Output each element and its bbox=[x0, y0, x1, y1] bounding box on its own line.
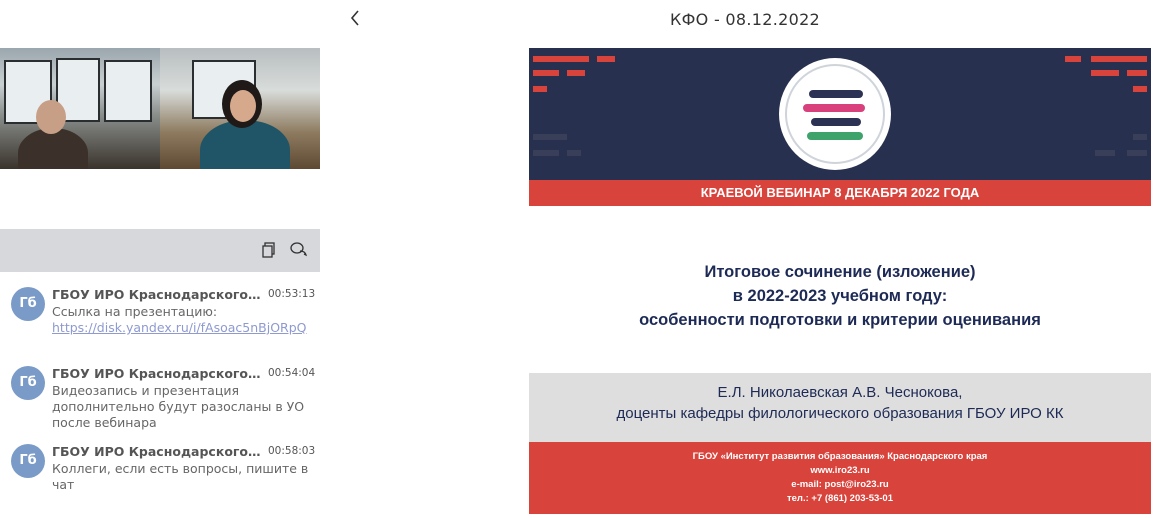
slide-title: Итоговое сочинение (изложение) в 2022-20… bbox=[529, 260, 1151, 332]
slide-footer: ГБОУ «Институт развития образования» Кра… bbox=[529, 442, 1151, 514]
message-time: 00:58:03 bbox=[268, 445, 316, 457]
decor-bar bbox=[1091, 56, 1147, 62]
left-panel: Гб ГБОУ ИРО Краснодарского края 00:53:13… bbox=[0, 0, 320, 518]
logo-book bbox=[811, 118, 861, 126]
avatar: Гб bbox=[11, 444, 45, 478]
message-time: 00:53:13 bbox=[268, 288, 316, 300]
chat-message: Гб ГБОУ ИРО Краснодарского края 00:54:04… bbox=[0, 366, 320, 430]
message-sender: ГБОУ ИРО Краснодарского края bbox=[52, 287, 264, 302]
message-body: Ссылка на презентацию: https://disk.yand… bbox=[52, 304, 316, 336]
participant-figure bbox=[18, 128, 88, 169]
video-tiles bbox=[0, 48, 320, 169]
decor-bar bbox=[533, 150, 559, 156]
footer-line: тел.: +7 (861) 203-53-01 bbox=[786, 493, 893, 504]
decor-bar bbox=[1127, 150, 1147, 156]
presentation-slide: КРАЕВОЙ ВЕБИНАР 8 ДЕКАБРЯ 2022 ГОДА Итог… bbox=[529, 48, 1151, 514]
chat-message: Гб ГБОУ ИРО Краснодарского края 00:58:03… bbox=[0, 444, 320, 494]
video-tile-participant-2[interactable] bbox=[160, 48, 320, 169]
decor-bar bbox=[1133, 86, 1147, 92]
decor-bar bbox=[533, 134, 567, 140]
footer-line: ГБОУ «Институт развития образования» Кра… bbox=[692, 451, 988, 462]
avatar: Гб bbox=[11, 366, 45, 400]
decor-bar bbox=[533, 56, 589, 62]
logo-ring bbox=[785, 64, 885, 164]
authors-line: Е.Л. Николаевская А.В. Чеснокова, bbox=[717, 384, 963, 401]
slide-authors: Е.Л. Николаевская А.В. Чеснокова, доцент… bbox=[529, 382, 1151, 424]
chat-bubbles-icon[interactable] bbox=[289, 241, 309, 261]
window-shape bbox=[104, 60, 152, 122]
decor-bar bbox=[1065, 56, 1081, 62]
decor-bar bbox=[533, 86, 547, 92]
slide-title-line: особенности подготовки и критерии оценив… bbox=[639, 311, 1041, 329]
chat-toolbar bbox=[0, 229, 320, 272]
decor-bar bbox=[597, 56, 615, 62]
institute-logo bbox=[779, 58, 891, 170]
message-sender: ГБОУ ИРО Краснодарского края bbox=[52, 444, 264, 459]
participant-head bbox=[230, 90, 256, 122]
authors-line: доценты кафедры филологического образова… bbox=[616, 405, 1064, 422]
slide-title-line: Итоговое сочинение (изложение) bbox=[704, 263, 976, 281]
footer-line: e-mail: post@iro23.ru bbox=[791, 479, 889, 490]
webinar-banner: КРАЕВОЙ ВЕБИНАР 8 ДЕКАБРЯ 2022 ГОДА bbox=[529, 180, 1151, 206]
message-sender: ГБОУ ИРО Краснодарского края bbox=[52, 366, 264, 381]
logo-book bbox=[809, 90, 863, 98]
logo-book bbox=[803, 104, 865, 112]
video-tile-participant-1[interactable] bbox=[0, 48, 160, 169]
message-body: Коллеги, если есть вопросы, пишите в чат bbox=[52, 461, 309, 492]
decor-bar bbox=[1127, 70, 1147, 76]
decor-bar bbox=[1091, 70, 1119, 76]
decor-bar bbox=[1095, 150, 1115, 156]
decor-bar bbox=[533, 70, 559, 76]
message-text: Ссылка на презентацию: bbox=[52, 304, 218, 319]
chat-message: Гб ГБОУ ИРО Краснодарского края 00:53:13… bbox=[0, 287, 320, 353]
message-body: Видеозапись и презентация дополнительно … bbox=[52, 383, 305, 430]
presentation-area: КФО - 08.12.2022 КРАЕВОЙ ВЕБИНАР 8 ДЕКАБ… bbox=[320, 0, 1170, 518]
page-title: КФО - 08.12.2022 bbox=[669, 10, 821, 29]
decor-bar bbox=[1133, 134, 1147, 140]
slide-title-line: в 2022-2023 учебном году: bbox=[732, 287, 948, 305]
participant-head bbox=[36, 100, 66, 134]
decor-bar bbox=[567, 150, 581, 156]
avatar: Гб bbox=[11, 287, 45, 321]
message-link[interactable]: https://disk.yandex.ru/i/fAsoac5nBjORpQ bbox=[52, 320, 307, 335]
slide-header bbox=[529, 48, 1151, 180]
logo-book bbox=[807, 132, 863, 140]
footer-line: www.iro23.ru bbox=[810, 465, 870, 476]
message-time: 00:54:04 bbox=[268, 367, 316, 379]
document-copy-icon[interactable] bbox=[259, 241, 279, 261]
decor-bar bbox=[567, 70, 585, 76]
